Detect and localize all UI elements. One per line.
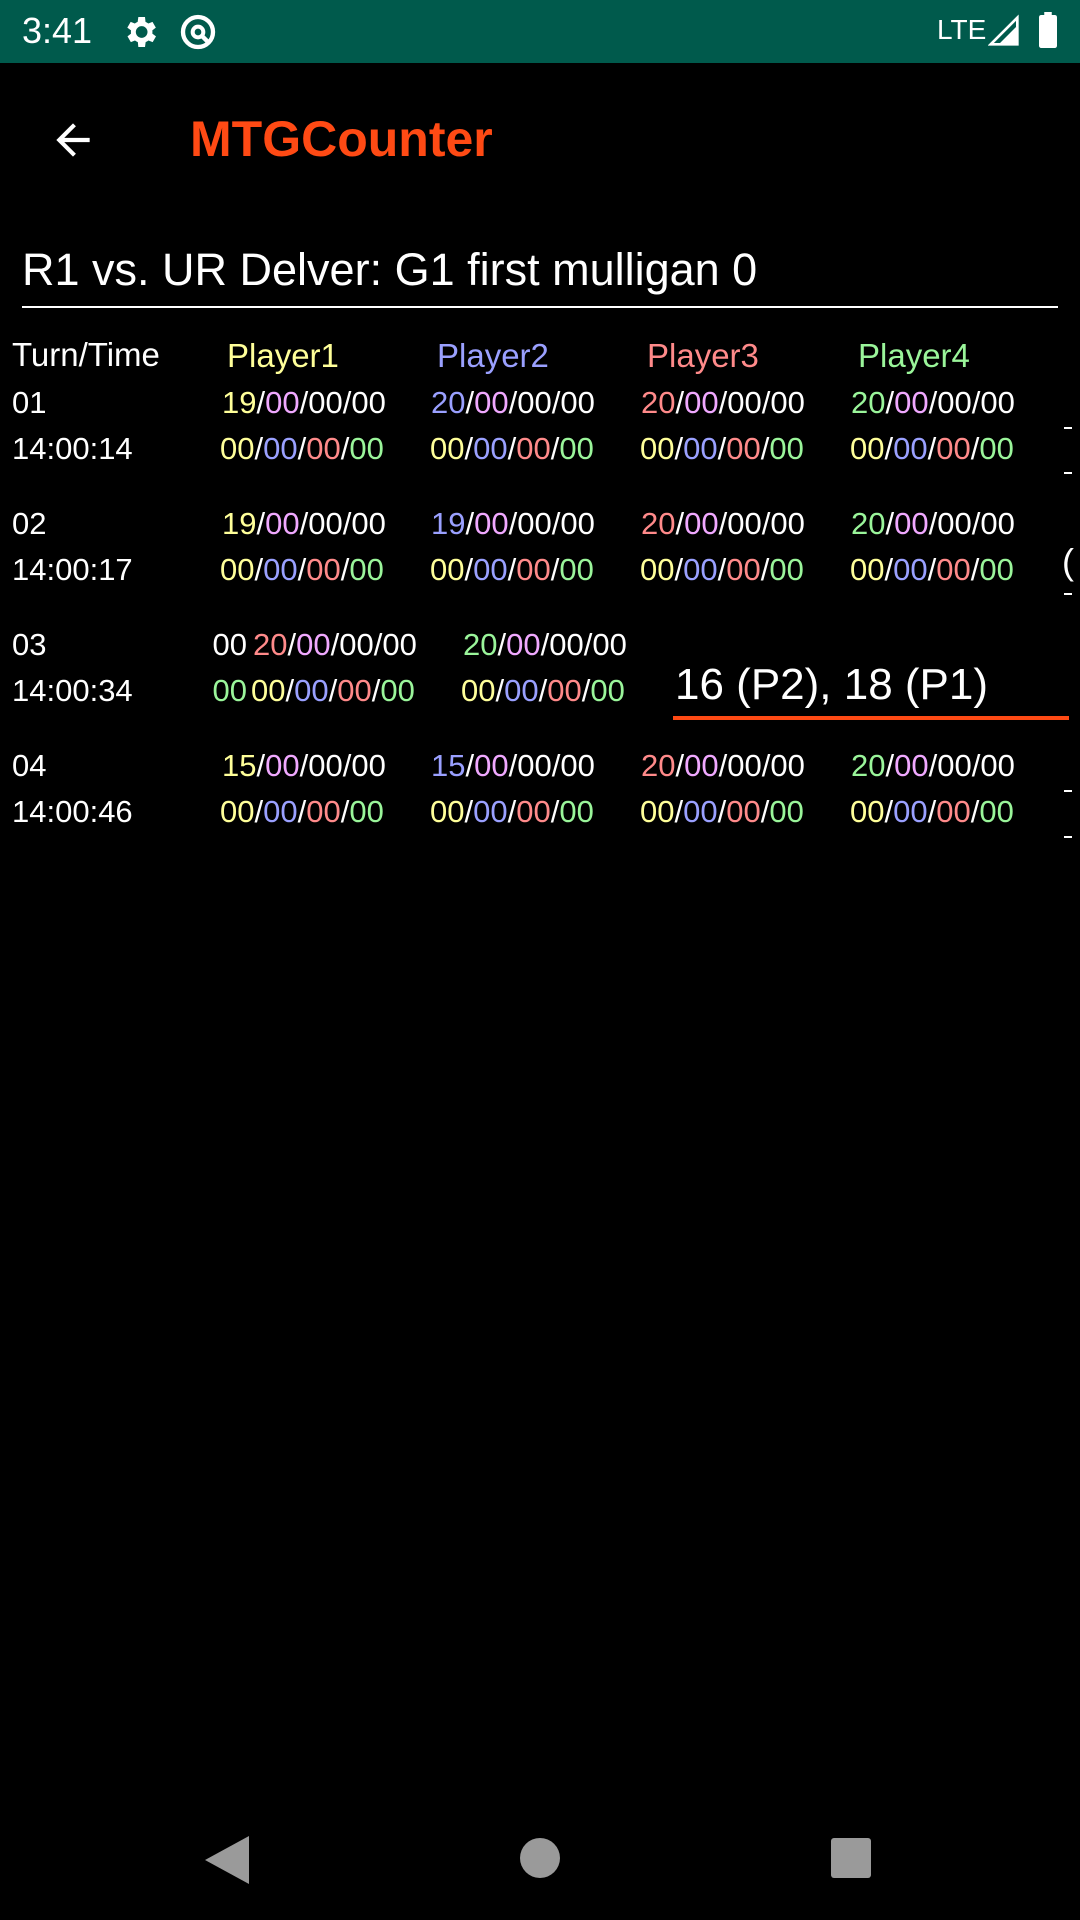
row-edge-mark [1064, 427, 1072, 429]
row-edge-mark [1064, 790, 1072, 792]
player2-life-line[interactable]: 19/00/00/00 [431, 504, 595, 544]
player4-mana-line[interactable]: 00/00/00/00 [850, 429, 1014, 469]
turn-note-text: 16 (P2), 18 (P1) [675, 660, 989, 709]
row-edge-mark [1064, 472, 1072, 474]
player3-life-line[interactable]: 20/00/00/00 [641, 746, 805, 786]
player3-mana-line[interactable]: 00/00/00/00 [640, 550, 804, 590]
network-label: LTE [937, 14, 987, 45]
row-edge-mark [1064, 593, 1072, 595]
row-time: 14:00:46 [12, 794, 133, 829]
player1-mana-line[interactable]: 00/00/00/00 [220, 429, 384, 469]
player2-mana-line[interactable]: 00/00/00/00 [430, 792, 594, 832]
battery-icon [1039, 12, 1057, 48]
header-player2: Player2 [437, 337, 549, 374]
row-turn: 04 [12, 748, 47, 783]
player2-life-line[interactable]: 20/00/00/00 [431, 383, 595, 423]
row-turn: 03 [12, 627, 47, 662]
status-bar: 3:41 LTE [0, 0, 1080, 63]
back-button[interactable] [40, 107, 106, 173]
signal-icon [988, 14, 1019, 46]
player3-mana-line[interactable]: 00/00/00/00 [640, 792, 804, 832]
player1-mana-line[interactable]: 00/00/00/00 [220, 792, 384, 832]
header-player3: Player3 [647, 337, 759, 374]
triangle-back-icon[interactable] [205, 1836, 249, 1884]
header-player1: Player1 [227, 337, 339, 374]
player2-mana-line[interactable]: 00/00/00/00 [430, 550, 594, 590]
circle-slash-icon [180, 14, 216, 50]
circle-home-icon[interactable] [520, 1838, 560, 1878]
game-name-field[interactable]: R1 vs. UR Delver: G1 first mulligan 0 [22, 238, 1058, 308]
player4-life-line[interactable]: 20/00/00/00 [851, 383, 1015, 423]
player4-mana-line[interactable]: 00/00/00/00 [461, 671, 625, 711]
status-time: 3:41 [22, 10, 93, 51]
player1-mana-line[interactable]: 00/00/00/00 [220, 550, 384, 590]
app-bar: MTGCounter [0, 63, 1080, 213]
row-edge-glyph: ( [1062, 541, 1074, 582]
player1-life-line[interactable]: 15/00/00/00 [222, 746, 386, 786]
player3-mana-line[interactable]: 00/00/00/00 [251, 671, 415, 711]
player2-life-line[interactable]: 15/00/00/00 [431, 746, 595, 786]
row-edge-mark [1064, 836, 1072, 838]
app-title: MTGCounter [190, 111, 493, 167]
player3-life-line[interactable]: 20/00/00/00 [253, 625, 417, 665]
header-turn-time: Turn/Time [12, 336, 160, 373]
arrow-left-icon [56, 123, 90, 157]
player4-mana-line[interactable]: 00/00/00/00 [850, 550, 1014, 590]
gear-icon [127, 17, 156, 47]
row-turn: 02 [12, 506, 47, 541]
header-player4: Player4 [858, 337, 970, 374]
game-name-text: R1 vs. UR Delver: G1 first mulligan 0 [22, 244, 758, 295]
player4-life-line[interactable]: 20/00/00/00 [851, 746, 1015, 786]
player3-life-line[interactable]: 20/00/00/00 [641, 504, 805, 544]
row-time: 14:00:14 [12, 431, 133, 466]
partial-mana-line: 00 [212, 673, 247, 708]
player1-life-line[interactable]: 19/00/00/00 [222, 504, 386, 544]
row-turn: 01 [12, 385, 47, 420]
player2-mana-line[interactable]: 00/00/00/00 [430, 429, 594, 469]
player4-life-line[interactable]: 20/00/00/00 [851, 504, 1015, 544]
row-time: 14:00:17 [12, 552, 133, 587]
player1-life-line[interactable]: 19/00/00/00 [222, 383, 386, 423]
player3-life-line[interactable]: 20/00/00/00 [641, 383, 805, 423]
player4-life-line[interactable]: 20/00/00/00 [463, 625, 627, 665]
turn-note-input[interactable]: 16 (P2), 18 (P1) [673, 652, 1069, 720]
row-time: 14:00:34 [12, 673, 133, 708]
player4-mana-line[interactable]: 00/00/00/00 [850, 792, 1014, 832]
navigation-bar [0, 1800, 1080, 1920]
square-recents-icon[interactable] [831, 1838, 871, 1878]
partial-life-line: 00 [212, 627, 247, 662]
player3-mana-line[interactable]: 00/00/00/00 [640, 429, 804, 469]
